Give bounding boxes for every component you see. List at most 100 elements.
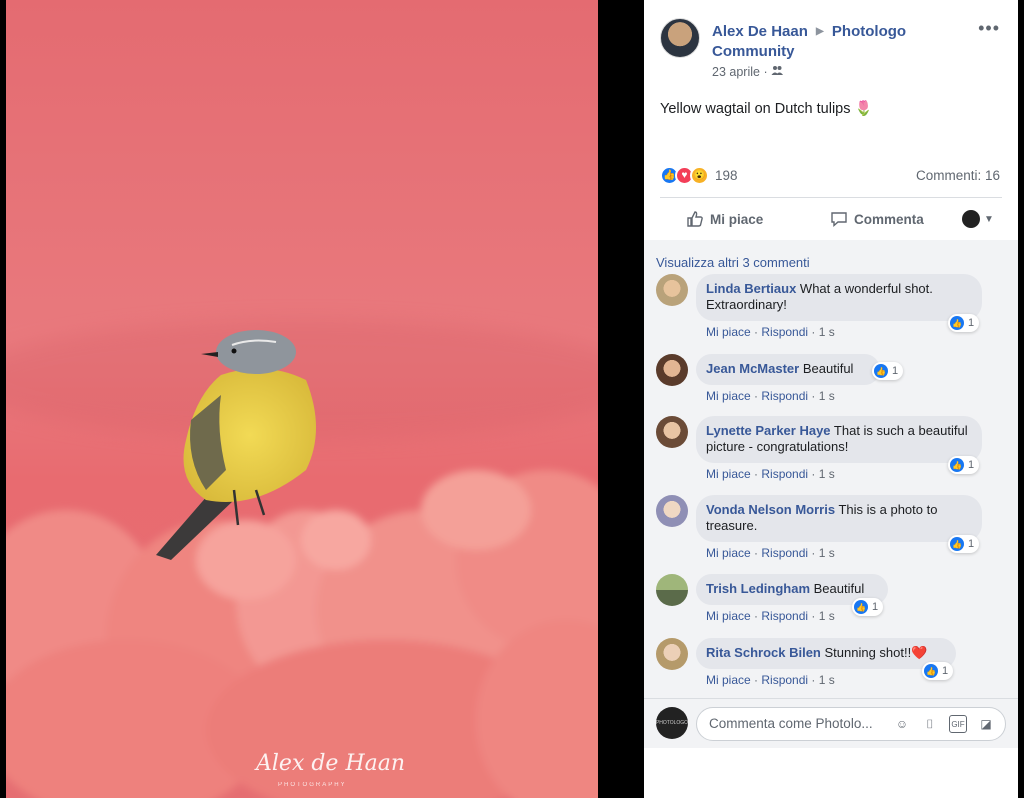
comment-like-badge[interactable]: 👍 1 <box>948 535 980 553</box>
commenter-name[interactable]: Jean McMaster <box>706 361 799 376</box>
comment-like-count: 1 <box>968 317 975 329</box>
comment-input[interactable]: Commenta come Photolo... ☺ ⌷ GIF ◪ <box>696 707 1006 741</box>
comment-count[interactable]: Commenti: 16 <box>916 168 1000 183</box>
composer-avatar-text: PHOTOLOGO <box>655 720 689 726</box>
group-privacy-icon <box>771 65 784 79</box>
comment-meta: Mi piace · Rispondi · 1 s <box>706 546 835 560</box>
commenter-name[interactable]: Lynette Parker Haye <box>706 423 831 438</box>
commenter-avatar[interactable] <box>656 574 688 606</box>
like-icon: 👍 <box>950 537 964 551</box>
commenter-avatar[interactable] <box>656 495 688 527</box>
comment-meta: Mi piace · Rispondi · 1 s <box>706 325 835 339</box>
comment-time[interactable]: 1 s <box>819 325 835 339</box>
comment-like-badge[interactable]: 👍 1 <box>872 362 904 380</box>
comment-text: Beautiful <box>813 581 865 596</box>
comment-like-link[interactable]: Mi piace <box>706 546 751 560</box>
comment-like-link[interactable]: Mi piace <box>706 609 751 623</box>
post-caption: Yellow wagtail on Dutch tulips 🌷 <box>660 101 873 117</box>
gif-icon[interactable]: GIF <box>949 715 967 733</box>
sticker-icon[interactable]: ◪ <box>977 715 995 733</box>
comment-like-link[interactable]: Mi piace <box>706 467 751 481</box>
view-more-comments-link[interactable]: Visualizza altri 3 commenti <box>656 255 810 270</box>
like-icon: 👍 <box>854 600 868 614</box>
page-avatar <box>962 210 980 228</box>
comment-time[interactable]: 1 s <box>819 467 835 481</box>
comment-like-link[interactable]: Mi piace <box>706 325 751 339</box>
chevron-down-icon: ▼ <box>984 213 994 225</box>
photographer-signature: Alex de Haan <box>254 751 405 776</box>
comment-reply-link[interactable]: Rispondi <box>761 673 808 687</box>
thumbs-up-icon <box>687 211 703 227</box>
more-options-icon[interactable]: ••• <box>978 18 1000 39</box>
comment-label[interactable]: Commenta <box>854 212 924 227</box>
post-date[interactable]: 23 aprile · <box>712 64 784 79</box>
signature-subtitle: PHOTOGRAPHY <box>278 782 347 788</box>
comment-bubble: Jean McMaster Beautiful <box>696 354 880 385</box>
comment-text: Beautiful <box>802 361 854 376</box>
like-button[interactable]: Mi piace <box>686 210 763 228</box>
comment-bubble: Lynette Parker Haye That is such a beaut… <box>696 416 982 463</box>
author-avatar[interactable] <box>660 18 700 58</box>
comment-like-link[interactable]: Mi piace <box>706 673 751 687</box>
commenter-name[interactable]: Trish Ledingham <box>706 581 810 596</box>
comment-like-count: 1 <box>872 601 879 613</box>
post-sidebar: Alex De Haan ▶ Photologo Community 23 ap… <box>644 0 1018 798</box>
comment-button[interactable]: Commenta <box>830 210 924 228</box>
reactions-summary[interactable]: 👍 ♥ 😮 198 <box>660 165 738 185</box>
comment-like-badge[interactable]: 👍 1 <box>948 314 980 332</box>
comment-time[interactable]: 1 s <box>819 546 835 560</box>
commenter-avatar[interactable] <box>656 638 688 670</box>
like-icon: 👍 <box>924 664 938 678</box>
comment-like-badge[interactable]: 👍 1 <box>948 456 980 474</box>
commenter-avatar[interactable] <box>656 354 688 386</box>
comment-reply-link[interactable]: Rispondi <box>761 325 808 339</box>
comment-bubble: Rita Schrock Bilen Stunning shot!!❤️ <box>696 638 956 669</box>
post-actions: Mi piace Commenta ▼ <box>644 203 1018 235</box>
comment-time[interactable]: 1 s <box>819 673 835 687</box>
reaction-as-selector[interactable]: ▼ <box>962 210 994 228</box>
comment-reply-link[interactable]: Rispondi <box>761 609 808 623</box>
comment-icon <box>831 212 847 228</box>
comment-bubble: Linda Bertiaux What a wonderful shot. Ex… <box>696 274 982 321</box>
comment-reply-link[interactable]: Rispondi <box>761 389 808 403</box>
comment-meta: Mi piace · Rispondi · 1 s <box>706 389 835 403</box>
comment-meta: Mi piace · Rispondi · 1 s <box>706 467 835 481</box>
comment-meta: Mi piace · Rispondi · 1 s <box>706 673 835 687</box>
post-photo[interactable]: Alex de Haan PHOTOGRAPHY <box>6 0 598 798</box>
composer-icons: ☺ ⌷ GIF ◪ <box>893 715 995 733</box>
emoji-icon[interactable]: ☺ <box>893 715 911 733</box>
arrow-right-icon: ▶ <box>816 26 824 37</box>
comment-like-badge[interactable]: 👍 1 <box>852 598 884 616</box>
commenter-name[interactable]: Linda Bertiaux <box>706 281 796 296</box>
comments-area: Visualizza altri 3 commenti Linda Bertia… <box>644 240 1018 698</box>
comment-reply-link[interactable]: Rispondi <box>761 467 808 481</box>
commenter-avatar[interactable] <box>656 416 688 448</box>
divider <box>660 197 1002 198</box>
commenter-name[interactable]: Vonda Nelson Morris <box>706 502 835 517</box>
commenter-avatar[interactable] <box>656 274 688 306</box>
comment-time[interactable]: 1 s <box>819 389 835 403</box>
like-icon: 👍 <box>950 458 964 472</box>
like-icon: 👍 <box>874 364 888 378</box>
author-name[interactable]: Alex De Haan <box>712 23 808 40</box>
comment-input-placeholder[interactable]: Commenta come Photolo... <box>709 716 873 731</box>
post-date-text[interactable]: 23 aprile <box>712 65 760 79</box>
comment-text: Stunning shot!!❤️ <box>824 645 928 660</box>
reaction-count[interactable]: 198 <box>715 168 738 183</box>
comment-like-badge[interactable]: 👍 1 <box>922 662 954 680</box>
comment-like-link[interactable]: Mi piace <box>706 389 751 403</box>
camera-icon[interactable]: ⌷ <box>921 715 939 733</box>
composer-avatar[interactable]: PHOTOLOGO <box>656 707 688 739</box>
comment-reply-link[interactable]: Rispondi <box>761 546 808 560</box>
wagtail-photo: Alex de Haan PHOTOGRAPHY <box>6 0 598 798</box>
post-header: Alex De Haan ▶ Photologo Community <box>712 22 952 62</box>
commenter-name[interactable]: Rita Schrock Bilen <box>706 645 821 660</box>
comment-meta: Mi piace · Rispondi · 1 s <box>706 609 835 623</box>
like-icon: 👍 <box>950 316 964 330</box>
comment-like-count: 1 <box>968 459 975 471</box>
comment-like-count: 1 <box>942 665 949 677</box>
comment-time[interactable]: 1 s <box>819 609 835 623</box>
like-label[interactable]: Mi piace <box>710 212 763 227</box>
comment-like-count: 1 <box>968 538 975 550</box>
comment-bubble: Vonda Nelson Morris This is a photo to t… <box>696 495 982 542</box>
